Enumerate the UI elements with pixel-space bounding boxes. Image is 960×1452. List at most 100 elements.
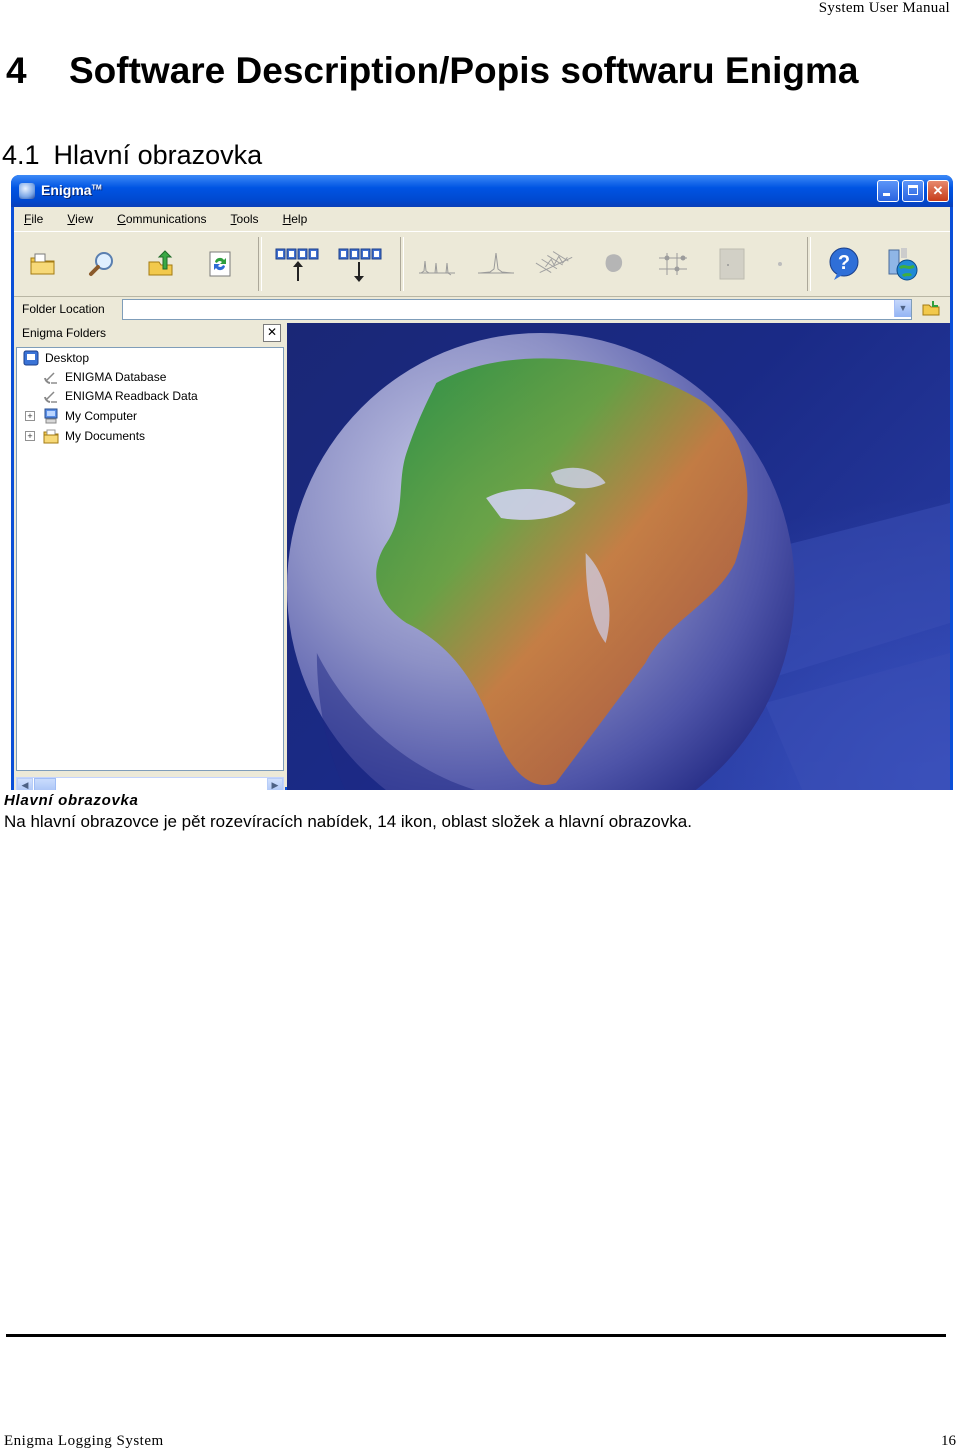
maximize-icon xyxy=(908,185,918,195)
upload-to-logger-button[interactable] xyxy=(274,241,320,287)
blob-button[interactable] xyxy=(593,241,635,287)
menu-view[interactable]: View xyxy=(65,210,95,228)
horizontal-scrollbar[interactable]: ◀ ▶ xyxy=(16,777,284,790)
subsection-heading: 4.1 Hlavní obrazovka xyxy=(2,140,262,171)
expand-plus-icon[interactable]: + xyxy=(25,411,35,421)
tree-diagram-button[interactable] xyxy=(652,241,694,287)
menu-help[interactable]: Help xyxy=(281,210,310,228)
window-title-text: Enigma xyxy=(41,182,92,198)
chart-peak-icon xyxy=(478,252,514,274)
folder-location-combo[interactable]: ▼ xyxy=(122,299,912,320)
upload-button[interactable] xyxy=(140,241,182,287)
chart-peaks-icon xyxy=(419,260,455,276)
footer-divider xyxy=(6,1334,946,1337)
close-icon: ✕ xyxy=(932,183,944,198)
tree-item-enigma-readback-data[interactable]: ENIGMA Readback Data xyxy=(43,386,198,406)
toolbar-separator xyxy=(807,237,811,291)
toolbar-separator xyxy=(400,237,404,291)
menu-communications[interactable]: Communications xyxy=(115,210,208,228)
expand-plus-icon[interactable]: + xyxy=(25,431,35,441)
page-button[interactable] xyxy=(711,241,753,287)
tree-item-label: Desktop xyxy=(45,351,90,365)
window-title: EnigmaTM xyxy=(41,182,102,198)
menu-bar: File View Communications Tools Help xyxy=(14,207,950,231)
folders-pane-header: Enigma Folders ✕ xyxy=(14,321,285,345)
folder-go-icon[interactable] xyxy=(922,300,940,316)
tree-item-enigma-database[interactable]: ENIGMA Database xyxy=(43,367,166,387)
globe-image xyxy=(287,333,950,790)
chart-peak-button[interactable] xyxy=(475,241,517,287)
figure-caption-title: Hlavní obrazovka xyxy=(4,792,139,809)
download-from-logger-button[interactable] xyxy=(337,241,383,287)
tree-item-my-documents[interactable]: + My Documents xyxy=(25,426,146,446)
folder-tree: Desktop ENIGMA Database ENIGMA Readback … xyxy=(16,347,284,771)
chart-3d-button[interactable] xyxy=(534,241,576,287)
upload-icon xyxy=(148,250,173,276)
figure-caption-text: Na hlavní obrazovce je pět rozevíracích … xyxy=(4,812,692,831)
satellite-dish-icon xyxy=(44,372,57,384)
computer-icon xyxy=(44,408,58,424)
window-titlebar[interactable]: EnigmaTM ✕ xyxy=(11,175,953,207)
download-from-logger-icon xyxy=(338,248,382,282)
folders-pane: Enigma Folders ✕ Desktop ENIGMA Database… xyxy=(14,321,285,790)
help-button[interactable]: ? xyxy=(823,241,865,287)
documents-folder-icon xyxy=(43,429,59,444)
menu-file[interactable]: File xyxy=(22,210,45,228)
help-icon: ? xyxy=(829,247,859,280)
desktop-icon xyxy=(23,350,39,366)
scrollbar-thumb[interactable] xyxy=(34,778,56,790)
network-globe-button[interactable] xyxy=(882,241,924,287)
refresh-button[interactable] xyxy=(199,241,241,287)
section-title: Software Description/Popis softwaru Enig… xyxy=(69,50,859,91)
toolbar: ? xyxy=(14,231,950,297)
subsection-title: Hlavní obrazovka xyxy=(53,140,263,170)
tree-item-label: My Documents xyxy=(65,429,146,443)
scroll-right-button[interactable]: ▶ xyxy=(267,778,283,790)
folder-location-label: Folder Location xyxy=(22,302,105,316)
enigma-app-window: EnigmaTM ✕ File View Communications Tool… xyxy=(11,175,953,790)
section-number: 4 xyxy=(6,50,27,91)
subsection-number: 4.1 xyxy=(2,140,40,170)
main-display-area xyxy=(287,323,950,790)
folder-location-bar: Folder Location ▼ xyxy=(14,297,950,321)
search-button[interactable] xyxy=(81,241,123,287)
open-folder-icon xyxy=(30,253,55,275)
footer-document-name: Enigma Logging System xyxy=(4,1433,164,1449)
pane-close-button[interactable]: ✕ xyxy=(263,324,281,342)
running-header: System User Manual xyxy=(818,0,950,16)
dot-button[interactable] xyxy=(770,241,790,287)
tree-item-label: ENIGMA Readback Data xyxy=(65,389,198,403)
tree-item-label: My Computer xyxy=(65,409,138,423)
upload-to-logger-icon xyxy=(275,248,319,281)
maximize-button[interactable] xyxy=(902,180,924,202)
menu-tools[interactable]: Tools xyxy=(229,210,261,228)
section-heading: 4 Software Description/Popis softwaru Eni… xyxy=(6,50,858,92)
tree-item-my-computer[interactable]: + My Computer xyxy=(25,406,138,426)
page-icon xyxy=(719,248,745,280)
tree-diagram-icon xyxy=(659,253,687,275)
satellite-dish-icon xyxy=(44,391,57,403)
chevron-down-icon[interactable]: ▼ xyxy=(894,300,911,317)
minimize-button[interactable] xyxy=(877,180,899,202)
enigma-app-icon xyxy=(19,183,35,199)
dot-icon xyxy=(778,262,782,266)
close-button[interactable]: ✕ xyxy=(927,180,949,202)
refresh-icon xyxy=(209,251,231,277)
toolbar-separator xyxy=(258,237,262,291)
tree-item-desktop[interactable]: Desktop xyxy=(23,348,89,368)
tree-item-label: ENIGMA Database xyxy=(65,370,167,384)
search-icon xyxy=(89,252,113,276)
chart-3d-icon xyxy=(535,251,573,274)
minimize-icon xyxy=(883,193,890,196)
window-client-area: File View Communications Tools Help ? Fo… xyxy=(14,207,950,790)
svg-text:?: ? xyxy=(838,252,850,274)
chart-peaks-button[interactable] xyxy=(416,241,458,287)
page-number: 16 xyxy=(941,1433,956,1449)
network-globe-icon xyxy=(888,248,918,281)
blob-icon xyxy=(605,254,623,272)
folders-pane-title: Enigma Folders xyxy=(22,326,107,340)
trademark-mark: TM xyxy=(91,184,102,192)
open-folder-button[interactable] xyxy=(22,241,64,287)
window-controls: ✕ xyxy=(877,180,949,202)
scroll-left-button[interactable]: ◀ xyxy=(17,778,33,790)
